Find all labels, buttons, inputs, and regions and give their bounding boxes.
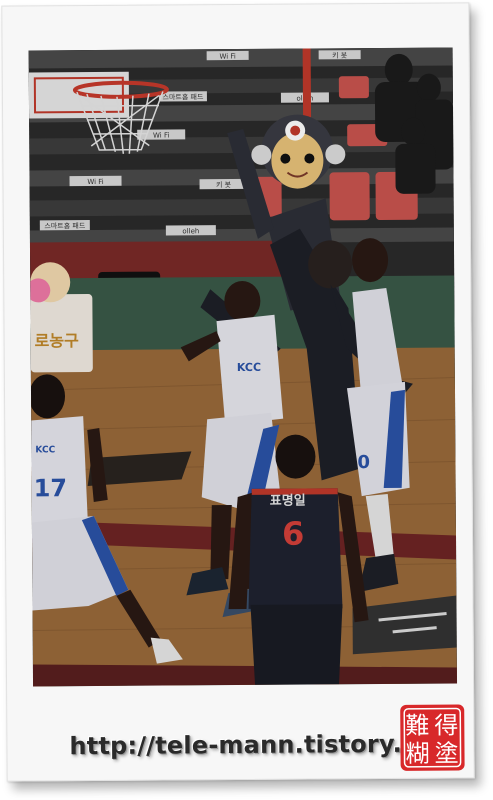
red-seal-stamp: 難 得 糊 塗 [400,704,465,771]
svg-text:得: 得 [434,711,458,739]
svg-text:塗: 塗 [434,739,458,767]
basketball-photo: Wi Fi 키 봇 스마트홈 패드 olleh Wi Fi 키 봇 스마트홈 패… [28,47,458,687]
svg-text:難: 難 [405,712,429,740]
svg-text:糊: 糊 [405,740,429,768]
photo-frame: Wi Fi 키 봇 스마트홈 패드 olleh Wi Fi 키 봇 스마트홈 패… [1,2,475,782]
